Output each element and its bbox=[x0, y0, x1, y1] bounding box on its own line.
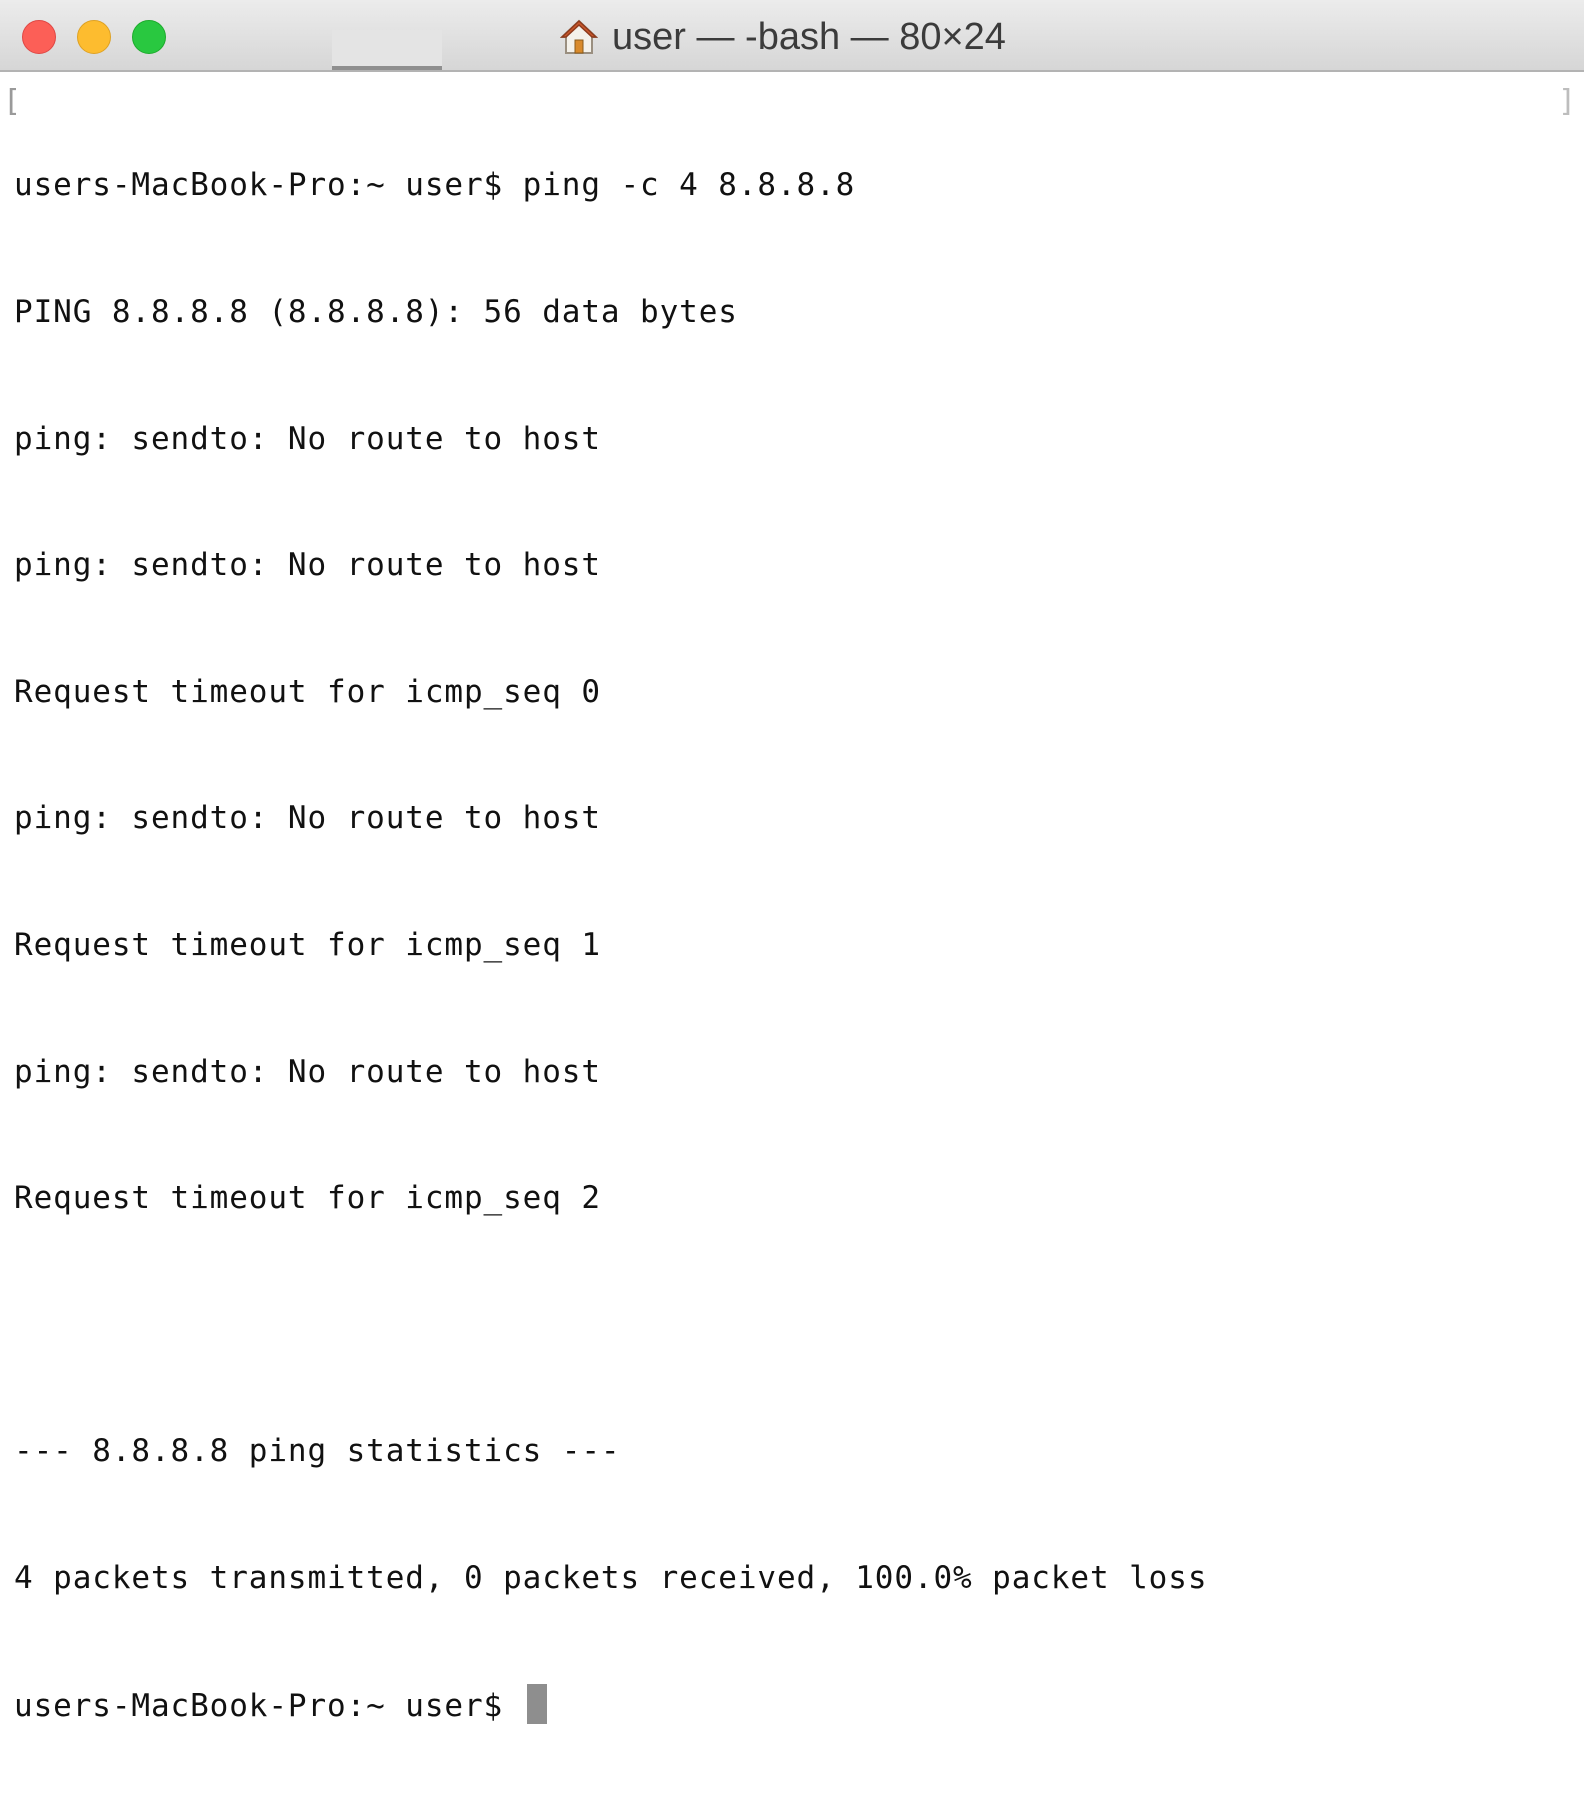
tab-indicator bbox=[332, 30, 442, 70]
terminal-line: Request timeout for icmp_seq 1 bbox=[14, 926, 601, 963]
terminal-line: PING 8.8.8.8 (8.8.8.8): 56 data bytes bbox=[14, 294, 738, 330]
terminal-line: --- 8.8.8.8 ping statistics --- bbox=[14, 1433, 621, 1470]
window-title-text: user — -bash — 80×24 bbox=[612, 15, 1006, 58]
minimize-button[interactable] bbox=[77, 20, 111, 54]
terminal-line: ping: sendto: No route to host bbox=[14, 800, 601, 837]
text-cursor bbox=[526, 1683, 547, 1724]
terminal-line: users-MacBook-Pro:~ user$ ping -c 4 8.8.… bbox=[14, 167, 856, 204]
terminal-line: ping: sendto: No route to host bbox=[14, 420, 601, 457]
terminal-line: Request timeout for icmp_seq 0 bbox=[14, 673, 601, 710]
terminal-lines: users-MacBook-Pro:~ user$ ping -c 4 8.8.… bbox=[14, 80, 1207, 1810]
close-button[interactable] bbox=[22, 20, 56, 54]
prompt-text: users-MacBook-Pro:~ user$ bbox=[14, 1687, 523, 1724]
terminal-output[interactable]: [ ] users-MacBook-Pro:~ user$ ping -c 4 … bbox=[0, 74, 1584, 1724]
terminal-line: Request timeout for icmp_seq 2 bbox=[14, 1180, 601, 1217]
window-title: user — -bash — 80×24 bbox=[559, 12, 1006, 62]
terminal-line: ping: sendto: No route to host bbox=[14, 1053, 601, 1090]
title-bar[interactable]: user — -bash — 80×24 bbox=[0, 0, 1584, 72]
terminal-line: 4 packets transmitted, 0 packets receive… bbox=[14, 1559, 1208, 1596]
home-icon bbox=[559, 18, 599, 56]
terminal-line: ping: sendto: No route to host bbox=[14, 547, 601, 584]
prompt-line[interactable]: users-MacBook-Pro:~ user$ bbox=[14, 1683, 1207, 1726]
zoom-button[interactable] bbox=[132, 20, 166, 54]
terminal-window: user — -bash — 80×24 [ ] users-MacBook-P… bbox=[0, 0, 1584, 1724]
mark-bracket-right: ] bbox=[1558, 84, 1577, 119]
